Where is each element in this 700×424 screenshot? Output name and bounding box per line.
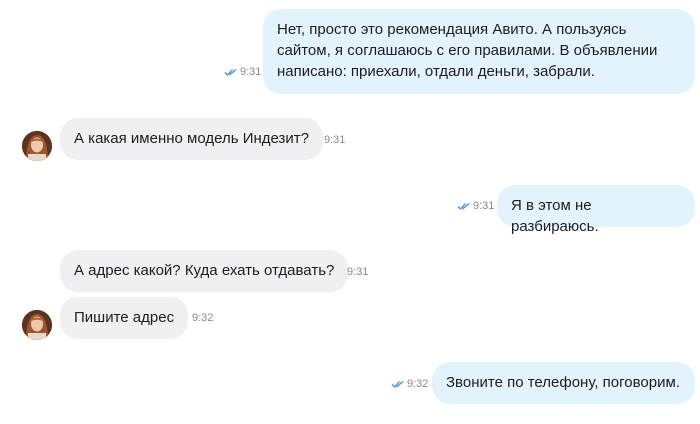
message-time: 9:32: [407, 378, 429, 390]
double-check-icon: [224, 68, 237, 76]
message-bubble-outgoing[interactable]: Звоните по телефону, поговорим.: [432, 362, 695, 404]
message-time: 9:31: [347, 266, 369, 278]
double-check-icon: [391, 380, 404, 388]
message-meta: 9:32: [192, 312, 213, 324]
message-meta: 9:32: [391, 378, 428, 390]
chat-history: 9:31 Нет, просто это рекомендация Авито.…: [0, 0, 700, 424]
message-meta: 9:31: [347, 266, 368, 278]
message-bubble-incoming[interactable]: А какая именно модель Индезит?: [60, 118, 323, 160]
message-meta: 9:31: [324, 134, 345, 146]
message-time: 9:31: [240, 66, 262, 78]
message-bubble-incoming[interactable]: Пишите адрес: [60, 297, 189, 339]
message-time: 9:31: [324, 134, 346, 146]
double-check-icon: [457, 202, 470, 210]
contact-avatar[interactable]: [22, 310, 52, 340]
message-time: 9:31: [473, 200, 495, 212]
contact-avatar[interactable]: [22, 131, 52, 161]
message-bubble-incoming[interactable]: А адрес какой? Куда ехать отдавать?: [60, 250, 349, 292]
message-bubble-outgoing[interactable]: Я в этом не разбираюсь.: [497, 185, 695, 235]
message-meta: 9:31: [457, 200, 494, 212]
message-meta: 9:31: [224, 66, 261, 78]
message-bubble-outgoing[interactable]: Нет, просто это рекомендация Авито. А по…: [263, 9, 695, 94]
message-time: 9:32: [192, 312, 214, 324]
